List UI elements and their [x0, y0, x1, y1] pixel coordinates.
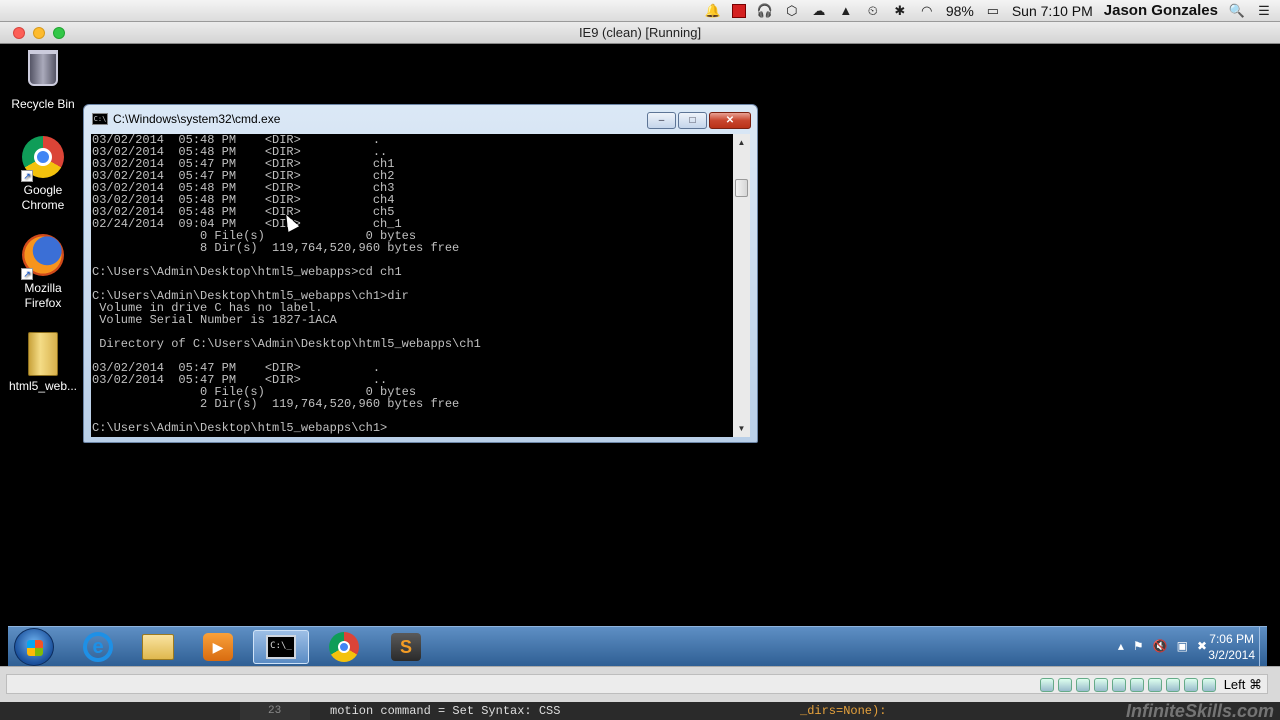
chrome-icon — [329, 632, 359, 662]
cmd-icon: C:\ — [92, 113, 108, 125]
headphones-icon[interactable]: 🎧 — [757, 3, 773, 19]
cmd-icon: C:\_ — [266, 635, 296, 659]
cloud-icon[interactable]: ☁ — [811, 3, 827, 19]
minimize-button[interactable] — [33, 26, 45, 39]
desktop-icon-label: Recycle Bin — [11, 97, 75, 111]
cmd-close-button[interactable]: ✕ — [709, 112, 751, 129]
dropbox-icon[interactable]: ⬡ — [784, 3, 800, 19]
folder-icon — [142, 634, 174, 660]
editor-code-line: motion command = Set Syntax: CSS — [330, 704, 561, 718]
console-line: Volume Serial Number is 1827-1ACA — [92, 313, 337, 327]
console-line: C:\Users\Admin\Desktop\html5_webapps>cd … — [92, 265, 402, 279]
user-name[interactable]: Jason Gonzales — [1104, 2, 1218, 19]
system-tray: ▴ ⚑ 🔇 ▣ ✖ — [1118, 639, 1207, 653]
windows-logo-icon — [27, 640, 43, 656]
desktop-icon-google-chrome[interactable]: ↗ Google Chrome — [6, 136, 80, 213]
scrollbar-thumb[interactable] — [735, 179, 748, 197]
internet-explorer-icon: e — [83, 632, 113, 662]
taskbar-windows-explorer[interactable] — [130, 630, 186, 664]
sublime-text-icon: S — [391, 633, 421, 661]
shortcut-arrow-icon: ↗ — [21, 170, 33, 182]
watermark: InfiniteSkills.com — [1125, 702, 1274, 720]
recycle-bin-icon — [21, 50, 65, 94]
usb-icon[interactable] — [1075, 678, 1090, 692]
zoom-button[interactable] — [53, 26, 65, 39]
line-number: 23 — [240, 702, 310, 720]
cmd-window-title: C:\Windows\system32\cmd.exe — [113, 112, 281, 126]
wifi-icon[interactable]: ◠ — [919, 3, 935, 19]
shared-folders-icon[interactable] — [1093, 678, 1108, 692]
taskbar: e ▶ C:\_ S ▴ ⚑ 🔇 ▣ ✖ 7:06 PM 3/2/2014 — [8, 626, 1267, 667]
vm-status-icons: Left ⌘ — [1039, 677, 1262, 693]
volume-muted-icon[interactable]: 🔇 — [1153, 639, 1168, 653]
taskbar-internet-explorer[interactable]: e — [70, 630, 126, 664]
display-icon[interactable] — [1129, 678, 1144, 692]
shortcut-arrow-icon: ↗ — [21, 268, 33, 280]
taskbar-date: 3/2/2014 — [1208, 648, 1255, 662]
media-player-icon: ▶ — [203, 633, 233, 661]
action-center-icon[interactable]: ⚑ — [1133, 639, 1144, 653]
red-square-icon[interactable] — [731, 3, 746, 18]
vertical-scrollbar[interactable]: ▲ ▼ — [733, 134, 750, 437]
start-button[interactable] — [14, 628, 54, 666]
desktop-icon-mozilla-firefox[interactable]: ↗ Mozilla Firefox — [6, 234, 80, 311]
console-line: 8 Dir(s) 119,764,520,960 bytes free — [92, 241, 460, 255]
host-key-label: Left ⌘ — [1223, 677, 1262, 692]
console-line: 2 Dir(s) 119,764,520,960 bytes free — [92, 397, 460, 411]
battery-icon[interactable]: ▭ — [985, 3, 1001, 19]
folder-icon — [21, 332, 65, 376]
taskbar-chrome[interactable] — [316, 630, 372, 664]
window-controls — [13, 26, 65, 39]
console-line: C:\Users\Admin\Desktop\html5_webapps\ch1… — [92, 421, 388, 435]
cpu-icon[interactable] — [1183, 678, 1198, 692]
keyboard-capture-icon[interactable] — [1201, 678, 1216, 692]
mouse-integration-icon[interactable] — [1165, 678, 1180, 692]
drive-icon[interactable]: ▲ — [838, 3, 854, 19]
display-icon[interactable]: ▣ — [1177, 639, 1188, 653]
hard-disk-icon[interactable] — [1111, 678, 1126, 692]
battery-percent[interactable]: 98% — [946, 3, 974, 19]
desktop-icon-label: Google Chrome — [21, 183, 65, 212]
show-hidden-icons-icon[interactable]: ▴ — [1118, 639, 1124, 653]
cmd-window[interactable]: C:\ C:\Windows\system32\cmd.exe ‒ □ ✕ 03… — [83, 104, 758, 443]
cmd-minimize-button[interactable]: ‒ — [647, 112, 676, 129]
bell-icon[interactable]: 🔔 — [705, 3, 721, 19]
taskbar-media-player[interactable]: ▶ — [190, 630, 246, 664]
video-capture-icon[interactable] — [1147, 678, 1162, 692]
bluetooth-icon[interactable]: ✱ — [892, 3, 908, 19]
console-output[interactable]: 03/02/2014 05:48 PM <DIR> . 03/02/2014 05… — [91, 134, 733, 437]
cmd-maximize-button[interactable]: □ — [678, 112, 707, 129]
network-disconnected-icon[interactable]: ✖ — [1197, 639, 1207, 653]
time-machine-icon[interactable]: ⏲ — [865, 3, 881, 19]
desktop-icon-html5-webapps[interactable]: html5_web... — [6, 332, 80, 394]
close-button[interactable] — [13, 26, 25, 39]
desktop-icon-label: Mozilla Firefox — [24, 281, 62, 310]
taskbar-sublime-text[interactable]: S — [378, 630, 434, 664]
menu-icon[interactable]: ☰ — [1256, 3, 1272, 19]
taskbar-cmd[interactable]: C:\_ — [253, 630, 309, 664]
desktop-icon-label: html5_web... — [8, 379, 78, 393]
search-icon[interactable]: 🔍 — [1229, 3, 1245, 19]
network-icon[interactable] — [1039, 678, 1054, 692]
show-desktop-button[interactable] — [1259, 627, 1267, 667]
console-line: Directory of C:\Users\Admin\Desktop\html… — [92, 337, 481, 351]
vm-titlebar: IE9 (clean) [Running] — [0, 22, 1280, 44]
mac-menubar: 🔔 🎧 ⬡ ☁ ▲ ⏲ ✱ ◠ 98% ▭ Sun 7:10 PM Jason … — [0, 0, 1280, 22]
cmd-window-controls: ‒ □ ✕ — [647, 112, 751, 129]
vm-window-title: IE9 (clean) [Running] — [578, 25, 702, 40]
desktop-icon-recycle-bin[interactable]: Recycle Bin — [6, 46, 80, 112]
background-editor-strip: 23 motion command = Set Syntax: CSS _dir… — [0, 702, 1280, 720]
chrome-icon: ↗ — [21, 136, 65, 182]
vm-status-bar: Left ⌘ — [0, 666, 1280, 702]
console-text: 03/02/2014 05:48 PM <DIR> . 03/02/2014 05… — [91, 134, 733, 434]
scroll-up-icon[interactable]: ▲ — [733, 134, 750, 151]
menubar-clock[interactable]: Sun 7:10 PM — [1012, 3, 1093, 19]
editor-code-right: _dirs=None): — [800, 704, 887, 718]
firefox-icon: ↗ — [21, 234, 65, 280]
optical-drive-icon[interactable] — [1057, 678, 1072, 692]
taskbar-time: 7:06 PM — [1209, 632, 1254, 646]
taskbar-clock[interactable]: 7:06 PM 3/2/2014 — [1208, 631, 1255, 663]
scroll-down-icon[interactable]: ▼ — [733, 420, 750, 437]
